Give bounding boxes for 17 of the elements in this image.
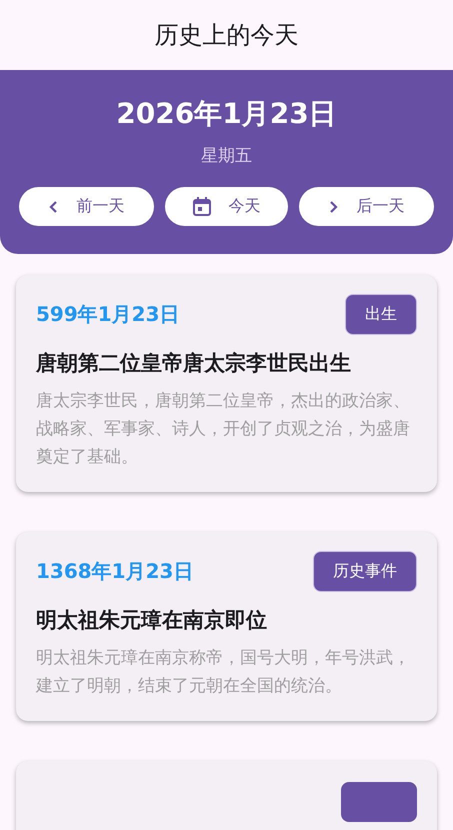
weekday: 星期五 [201,145,252,168]
event-title: 明太祖朱元璋在南京即位 [36,607,268,634]
chevron-right-icon [328,200,338,214]
chevron-left-icon [48,200,59,214]
event-date: 599年1月23日 [36,301,180,328]
nav-button[interactable]: 后一天 [298,187,434,226]
event-description: 唐太宗李世民，唐朝第二位皇帝，杰出的政治家、战略家、军事家、诗人，开创了贞观之治，为盛唐奠定了基础。 [36,390,411,469]
app-title: 历史上的今天 [154,20,298,51]
nav-button[interactable]: 今天 [165,187,288,226]
event-tag: 出生 [345,294,417,335]
nav-button[interactable]: 前一天 [19,187,154,226]
event-description: 明太祖朱元璋在南京称帝，国号大明，年号洪武，建立了明朝，结束了元朝在全国的统治。 [36,647,411,698]
current-date: 2026年1月23日 [116,96,337,132]
event-title: 唐朝第二位皇帝唐太宗李世民出生 [36,350,352,377]
calendar-icon [192,197,210,216]
event-tag: 历史事件 [313,551,417,592]
event-date: 1368年1月23日 [36,558,194,585]
